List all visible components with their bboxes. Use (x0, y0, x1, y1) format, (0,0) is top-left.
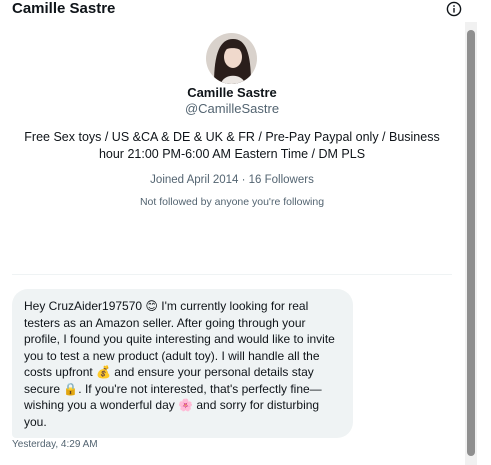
profile-joined-followers: Joined April 2014 · 16 Followers (150, 174, 314, 186)
info-icon[interactable] (446, 1, 462, 17)
message-bubble[interactable]: Hey CruzAider197570 😊 I'm currently look… (12, 289, 353, 438)
scrollbar[interactable] (465, 22, 477, 465)
conversation-title: Camille Sastre (12, 0, 116, 17)
profile-name[interactable]: Camille Sastre (12, 85, 452, 101)
profile-handle[interactable]: @CamilleSastre (12, 101, 452, 117)
conversation-scroll-area[interactable]: Camille Sastre @CamilleSastre Free Sex t… (0, 22, 465, 465)
divider (12, 274, 452, 275)
avatar-image (206, 33, 257, 84)
profile-card[interactable]: Camille Sastre @CamilleSastre Free Sex t… (12, 22, 452, 275)
avatar[interactable] (206, 33, 257, 84)
scrollbar-thumb[interactable] (467, 30, 475, 456)
profile-bio: Free Sex toys / US &CA & DE & UK & FR / … (24, 130, 440, 161)
message-timestamp: Yesterday, 4:29 AM (12, 439, 98, 450)
conversation-header: Camille Sastre (0, 0, 491, 22)
profile-not-followed-note: Not followed by anyone you're following (139, 196, 325, 208)
window-edge (477, 0, 491, 465)
